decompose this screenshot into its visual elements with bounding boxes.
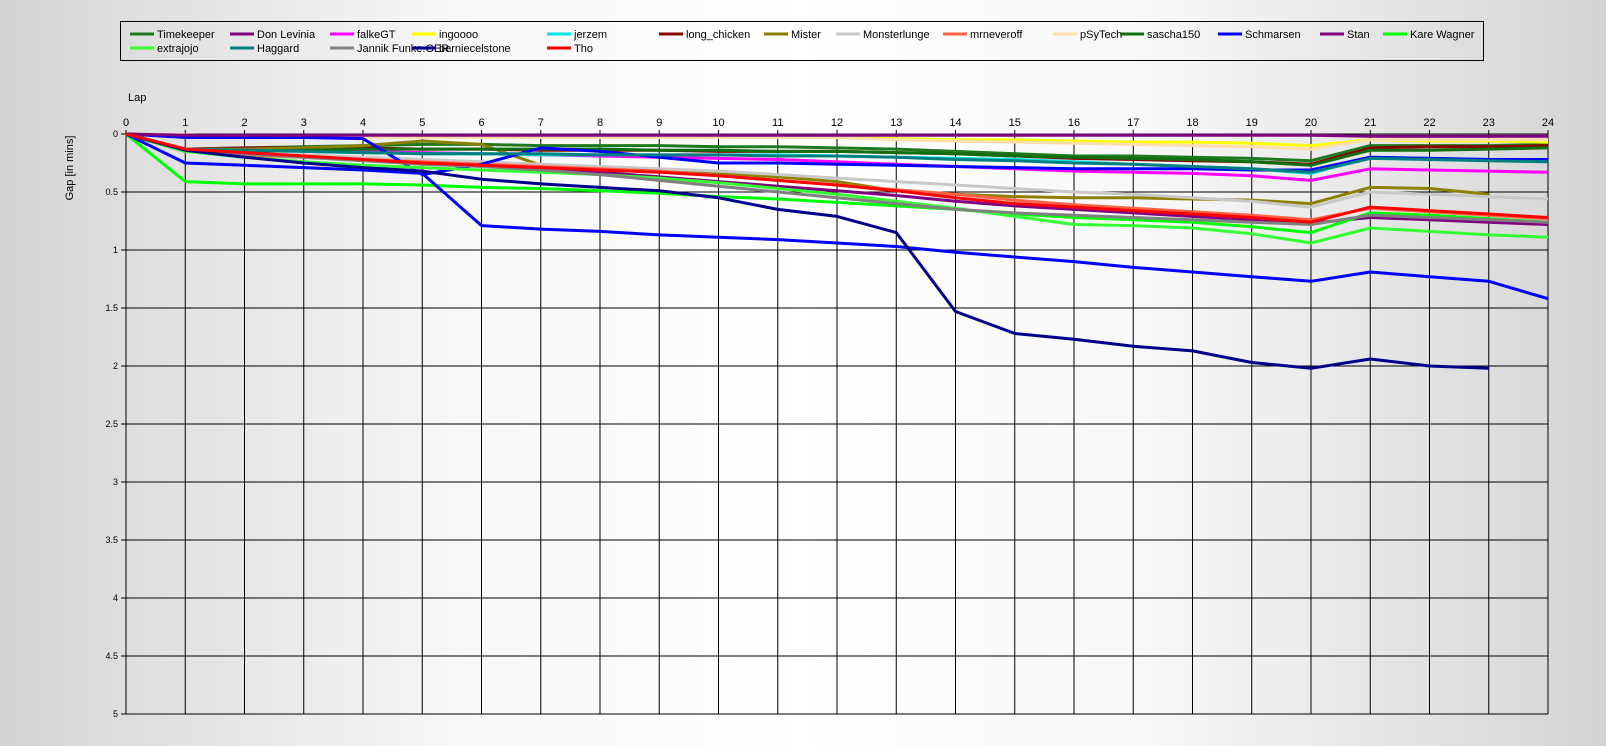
x-tick-label: 12 (831, 117, 843, 129)
legend-label: Don Levinia (257, 29, 316, 41)
x-axis-label: Lap (128, 92, 146, 104)
x-tick-label: 9 (656, 117, 662, 129)
legend-label: Haggard (257, 43, 299, 55)
x-tick-label: 18 (1186, 117, 1198, 129)
y-tick-label: 0.5 (105, 187, 118, 197)
x-tick-label: 13 (890, 117, 902, 129)
legend-label: extrajojo (157, 43, 199, 55)
x-tick-label: 14 (949, 117, 961, 129)
legend-label: jerzem (573, 29, 607, 41)
legend-label: mrneveroff (970, 29, 1023, 41)
y-tick-label: 3.5 (105, 535, 118, 545)
x-tick-label: 8 (597, 117, 603, 129)
y-tick-label: 2 (113, 361, 118, 371)
line-chart: 0 1 2 3 4 5 6 7 8 9 10 11 12 13 14 15 16 17 18 19 20 21 22 23 24… (64, 29, 1554, 719)
x-tick-label: 0 (123, 117, 129, 129)
legend-label: ingoooo (439, 29, 478, 41)
x-tick-label: 21 (1364, 117, 1376, 129)
y-tick-label: 3 (113, 477, 118, 487)
x-tick-label: 15 (1009, 117, 1021, 129)
x-tick-label: 2 (241, 117, 247, 129)
legend-label: berniecelstone (439, 43, 511, 55)
y-tick-label: 1 (113, 245, 118, 255)
legend-label: Schmarsen (1245, 29, 1301, 41)
legend: Timekeeper Don Levinia falkeGT ingoooo jerze… (130, 29, 1475, 55)
x-tick-label: 7 (538, 117, 544, 129)
x-tick-label: 17 (1127, 117, 1139, 129)
legend-label: long_chicken (686, 29, 750, 41)
y-tick-label: 5 (113, 709, 118, 719)
x-tick-label: 5 (419, 117, 425, 129)
x-tick-label: 6 (478, 117, 484, 129)
x-tick-label: 19 (1246, 117, 1258, 129)
x-tick-label: 3 (301, 117, 307, 129)
legend-label: Mister (791, 29, 821, 41)
y-axis-label: Gap [in mins] (64, 136, 76, 201)
y-tick-label: 4 (113, 593, 118, 603)
legend-label: pSyTech (1080, 29, 1122, 41)
legend-label: Timekeeper (157, 29, 215, 41)
y-tick-label: 0 (113, 129, 118, 139)
x-tick-label: 22 (1423, 117, 1435, 129)
legend-label: Stan (1347, 29, 1370, 41)
x-tick-label: 24 (1542, 117, 1554, 129)
y-tick-label: 4.5 (105, 651, 118, 661)
x-tick-label: 20 (1305, 117, 1317, 129)
x-tick-label: 11 (772, 117, 783, 129)
x-tick-label: 10 (712, 117, 724, 129)
x-tick-label: 16 (1068, 117, 1080, 129)
legend-label: falkeGT (357, 29, 396, 41)
axes: 0 1 2 3 4 5 6 7 8 9 10 11 12 13 14 15 16 17 18 19 20 21 22 23 24… (105, 117, 1554, 719)
x-tick-label: 1 (182, 117, 188, 129)
legend-label: sascha150 (1147, 29, 1200, 41)
chart-area: 0 1 2 3 4 5 6 7 8 9 10 11 12 13 14 15 16 17 18 19 20 21 22 23 24… (0, 0, 1606, 746)
x-tick-label: 4 (360, 117, 366, 129)
y-tick-label: 2.5 (105, 419, 118, 429)
series-line-12 (125, 132, 1548, 138)
legend-label: Monsterlunge (863, 29, 930, 41)
y-tick-label: 1.5 (105, 303, 118, 313)
legend-label: Tho (574, 43, 593, 55)
x-tick-label: 23 (1483, 117, 1495, 129)
legend-label: Kare Wagner (1410, 29, 1475, 41)
